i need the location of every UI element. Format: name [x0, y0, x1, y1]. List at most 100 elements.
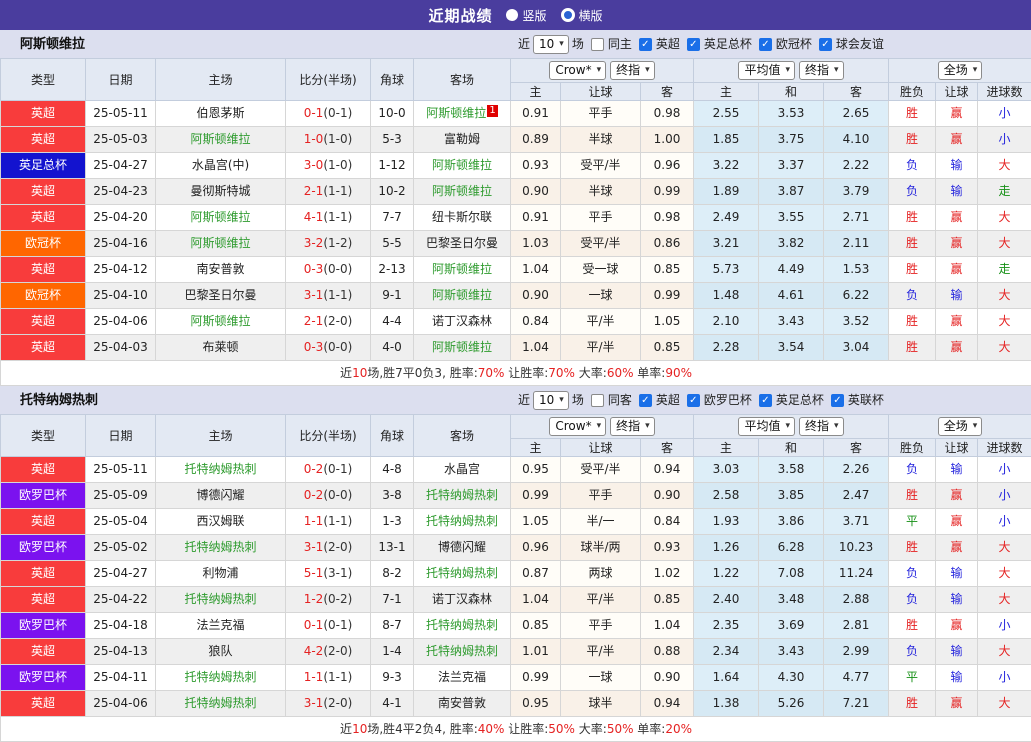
- avg-draw: 7.08: [759, 561, 824, 587]
- col-odds-away: 客: [641, 83, 694, 101]
- away-team-cell: 博德闪耀: [414, 535, 511, 561]
- col-avg-draw: 和: [759, 439, 824, 457]
- league-label: 欧冠杯: [776, 30, 812, 58]
- match-row: 英超25-04-27利物浦5-1(3-1)8-2托特纳姆热刺0.87两球1.02…: [1, 561, 1031, 587]
- result-handicap: 赢: [936, 613, 978, 639]
- league-badge: 英超: [1, 127, 86, 153]
- odds-source-select[interactable]: Crow*▾: [549, 417, 606, 436]
- odds-handicap: 受平/半: [561, 153, 641, 179]
- avg-draw: 3.37: [759, 153, 824, 179]
- odds-handicap: 平/半: [561, 309, 641, 335]
- col-home: 主场: [156, 59, 286, 101]
- league-checkbox[interactable]: ✓: [687, 38, 700, 51]
- fulltime-score: 1-2: [304, 592, 324, 606]
- avg-home: 1.22: [694, 561, 759, 587]
- avg-away: 2.71: [824, 205, 889, 231]
- same-venue-checkbox[interactable]: [591, 38, 604, 51]
- away-team: 阿斯顿维拉: [432, 288, 492, 302]
- league-checkbox[interactable]: ✓: [687, 394, 700, 407]
- avg-home: 3.21: [694, 231, 759, 257]
- match-count-select[interactable]: 10▾: [533, 391, 569, 410]
- home-team: 巴黎圣日尔曼: [184, 288, 256, 302]
- league-badge: 英超: [1, 309, 86, 335]
- home-team-cell: 南安普敦: [156, 257, 286, 283]
- result-outcome: 负: [889, 153, 936, 179]
- corner-score: 1-3: [371, 509, 414, 535]
- avg-away: 2.22: [824, 153, 889, 179]
- league-badge: 欧罗巴杯: [1, 483, 86, 509]
- radio-vertical-layout[interactable]: 竖版: [506, 7, 546, 24]
- away-team: 阿斯顿维拉: [432, 158, 492, 172]
- avg-time-select[interactable]: 终指▾: [799, 61, 844, 80]
- col-date: 日期: [86, 415, 156, 457]
- chevron-down-icon: ▾: [834, 418, 839, 435]
- league-badge: 欧罗巴杯: [1, 613, 86, 639]
- chevron-down-icon: ▾: [645, 62, 650, 79]
- match-row: 英足总杯25-04-27水晶宫(中)3-0(1-0)1-12阿斯顿维拉0.93受…: [1, 153, 1031, 179]
- league-checkbox[interactable]: ✓: [639, 394, 652, 407]
- home-team-cell: 托特纳姆热刺: [156, 587, 286, 613]
- scope-select[interactable]: 全场▾: [938, 417, 983, 436]
- summary-segment: 场,胜7平0负3, 胜率:: [367, 366, 477, 380]
- col-odds-home: 主: [511, 83, 561, 101]
- avg-draw: 3.87: [759, 179, 824, 205]
- league-label: 英超: [656, 30, 680, 58]
- result-outcome: 胜: [889, 483, 936, 509]
- league-checkbox[interactable]: ✓: [639, 38, 652, 51]
- match-row: 欧冠杯25-04-16阿斯顿维拉3-2(1-2)5-5巴黎圣日尔曼1.03受平/…: [1, 231, 1031, 257]
- result-goals: 小: [978, 457, 1031, 483]
- odds-time-select[interactable]: 终指▾: [610, 61, 655, 80]
- result-goals: 小: [978, 509, 1031, 535]
- home-team-cell: 法兰克福: [156, 613, 286, 639]
- summary-segment: 近: [340, 366, 352, 380]
- avg-source-select[interactable]: 平均值▾: [738, 61, 795, 80]
- near-label: 近: [518, 30, 530, 58]
- match-row: 英超25-05-03阿斯顿维拉1-0(1-0)5-3富勒姆0.89半球1.001…: [1, 127, 1031, 153]
- chevron-down-icon: ▾: [786, 62, 791, 79]
- home-team-cell: 阿斯顿维拉: [156, 231, 286, 257]
- match-row: 英超25-04-06阿斯顿维拉2-1(2-0)4-4诺丁汉森林0.84平/半1.…: [1, 309, 1031, 335]
- fulltime-score: 2-1: [304, 314, 324, 328]
- avg-time-select[interactable]: 终指▾: [799, 417, 844, 436]
- home-team-cell: 巴黎圣日尔曼: [156, 283, 286, 309]
- result-handicap: 赢: [936, 335, 978, 361]
- avg-draw: 3.58: [759, 457, 824, 483]
- result-goals: 小: [978, 613, 1031, 639]
- odds-away: 0.93: [641, 535, 694, 561]
- odds-time-select[interactable]: 终指▾: [610, 417, 655, 436]
- home-team-cell: 托特纳姆热刺: [156, 691, 286, 717]
- home-team: 阿斯顿维拉: [190, 132, 250, 146]
- match-score-cell: 1-1(1-1): [286, 509, 371, 535]
- match-score-cell: 0-1(0-1): [286, 101, 371, 127]
- odds-home: 0.93: [511, 153, 561, 179]
- home-team-cell: 阿斯顿维拉: [156, 309, 286, 335]
- odds-source-select[interactable]: Crow*▾: [549, 61, 606, 80]
- halftime-score: (0-1): [323, 618, 352, 632]
- odds-handicap: 平/半: [561, 335, 641, 361]
- result-outcome: 负: [889, 587, 936, 613]
- league-checkbox[interactable]: ✓: [759, 38, 772, 51]
- chevron-down-icon: ▾: [834, 62, 839, 79]
- avg-source-select[interactable]: 平均值▾: [738, 417, 795, 436]
- league-checkbox[interactable]: ✓: [819, 38, 832, 51]
- same-venue-checkbox[interactable]: [591, 394, 604, 407]
- summary-segment: 20%: [665, 722, 692, 736]
- avg-home: 1.48: [694, 283, 759, 309]
- odds-home: 0.84: [511, 309, 561, 335]
- result-outcome: 胜: [889, 335, 936, 361]
- result-handicap: 输: [936, 587, 978, 613]
- home-team: 利物浦: [202, 566, 238, 580]
- league-badge: 英超: [1, 509, 86, 535]
- odds-away: 0.85: [641, 335, 694, 361]
- scope-select[interactable]: 全场▾: [938, 61, 983, 80]
- corner-score: 5-5: [371, 231, 414, 257]
- halftime-score: (1-1): [323, 210, 352, 224]
- league-checkbox[interactable]: ✓: [831, 394, 844, 407]
- summary-segment: 大率:: [575, 366, 607, 380]
- league-checkbox[interactable]: ✓: [759, 394, 772, 407]
- radio-horizontal-layout[interactable]: 横版: [561, 7, 603, 24]
- away-team-cell: 托特纳姆热刺: [414, 483, 511, 509]
- avg-home: 1.64: [694, 665, 759, 691]
- away-team: 水晶宫: [444, 462, 480, 476]
- match-count-select[interactable]: 10▾: [533, 35, 569, 54]
